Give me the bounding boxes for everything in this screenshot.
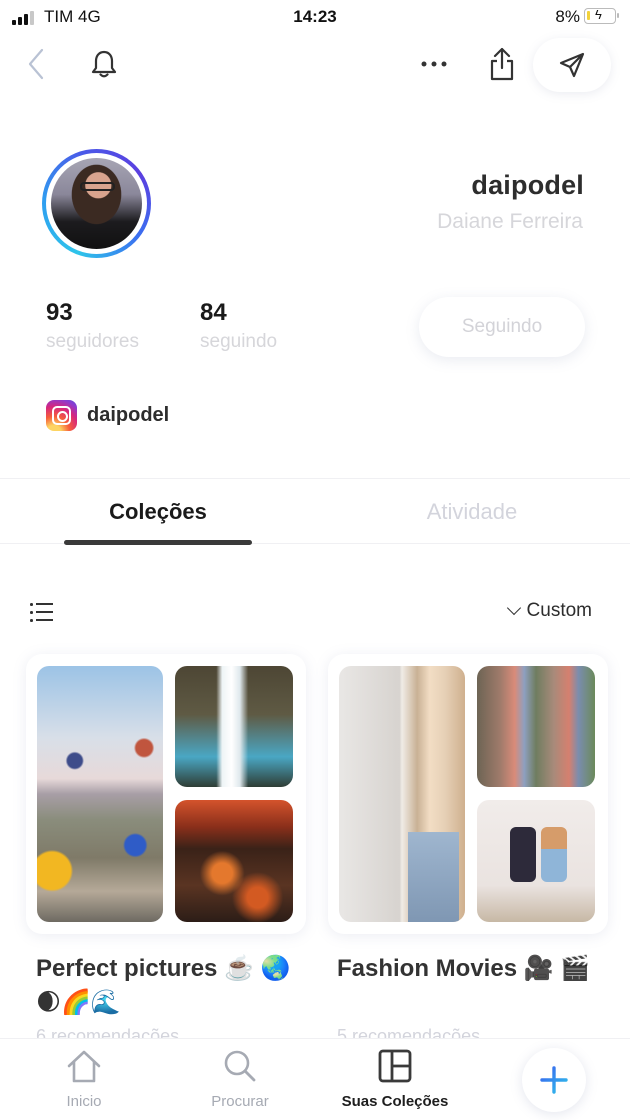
add-collection-button[interactable] [522, 1048, 586, 1112]
bottom-nav-collections[interactable]: Suas Coleções [330, 1039, 460, 1120]
waterfall-image [175, 666, 293, 787]
battery-icon: ϟ [584, 7, 619, 24]
bottom-nav-search[interactable]: Procurar [195, 1039, 285, 1120]
active-tab-indicator [64, 540, 252, 545]
bottom-nav-label: Inicio [66, 1093, 102, 1110]
status-bar: TIM 4G 14:23 8% ϟ [0, 0, 630, 34]
clock: 14:23 [293, 7, 337, 26]
back-button[interactable] [18, 44, 54, 84]
followers-label: seguidores [46, 331, 139, 352]
instagram-link[interactable]: daipodel [46, 400, 169, 431]
collection-title[interactable]: Perfect pictures ☕️ 🌏🌒🌈🌊 [36, 952, 306, 1020]
bell-icon [91, 50, 117, 78]
top-nav-bar [0, 36, 630, 94]
dancing-women-image [477, 666, 595, 787]
share-icon [490, 47, 514, 81]
more-options-button[interactable] [412, 44, 456, 84]
notifications-button[interactable] [84, 44, 124, 84]
bottom-nav-label: Suas Coleções [341, 1093, 449, 1110]
following-label: seguindo [200, 331, 278, 352]
sort-label: Custom [526, 600, 592, 621]
tab-activity[interactable]: Atividade [390, 479, 554, 545]
profile-tabs: Coleções Atividade [0, 478, 630, 545]
search-icon [224, 1050, 256, 1082]
battery-percent: 8% [555, 7, 580, 26]
following-count: 84 [200, 299, 227, 326]
collections-grid-icon [378, 1049, 412, 1083]
home-icon [67, 1050, 101, 1083]
chevron-left-icon [28, 48, 44, 80]
view-toggle-button[interactable] [30, 600, 62, 626]
following-stat[interactable]: 84 seguindo [200, 299, 277, 353]
profile-full-name: Daiane Ferreira [437, 210, 583, 233]
collection-title[interactable]: Fashion Movies 🎥 🎬 [337, 952, 607, 986]
hot-air-balloons-image [37, 666, 163, 922]
followers-stat[interactable]: 93 seguidores [46, 299, 139, 353]
profile-username: daipodel [471, 170, 584, 200]
collection-card[interactable] [26, 654, 306, 934]
collection-card[interactable] [328, 654, 608, 934]
bottom-nav-home[interactable]: Inicio [44, 1039, 124, 1120]
plus-icon [540, 1066, 568, 1094]
sort-dropdown[interactable]: Custom [506, 600, 592, 622]
instagram-handle: daipodel [87, 404, 170, 426]
lava-landscape-image [175, 800, 293, 922]
send-message-button[interactable] [533, 38, 611, 92]
avatar[interactable] [42, 149, 151, 258]
followers-count: 93 [46, 299, 73, 326]
bottom-nav-label: Procurar [211, 1093, 269, 1110]
following-toggle-button[interactable]: Seguindo [419, 297, 585, 357]
tab-collections[interactable]: Coleções [64, 479, 252, 545]
chevron-down-icon [506, 600, 521, 616]
charging-bolt-icon: ϟ [595, 7, 602, 22]
woman-in-room-image [339, 666, 465, 922]
paper-plane-icon [559, 52, 585, 78]
ellipsis-icon [421, 61, 447, 67]
share-button[interactable] [482, 42, 522, 86]
profile-photo [51, 158, 142, 249]
instagram-icon [46, 400, 77, 431]
two-friends-posing-image [477, 800, 595, 922]
